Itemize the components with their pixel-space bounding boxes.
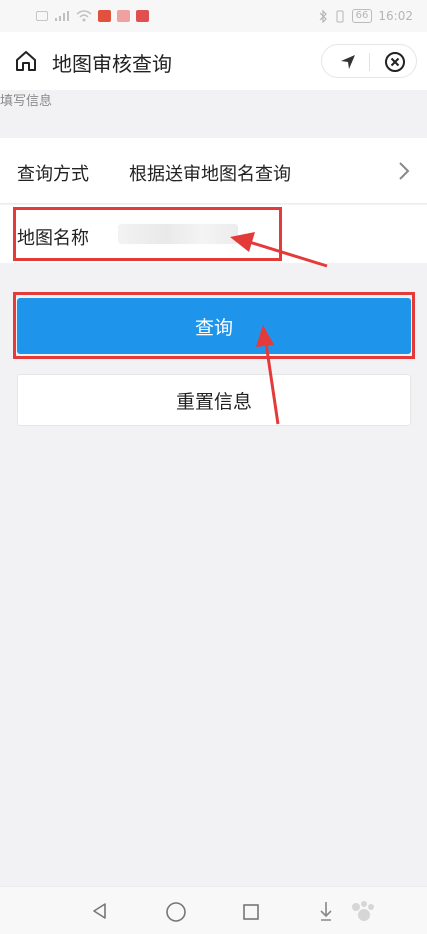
status-bar: 66 16:02 (0, 0, 427, 32)
annotation-box-map-name (13, 207, 282, 261)
down-arrow-icon[interactable] (318, 900, 334, 922)
app-notification-icon (98, 10, 111, 22)
annotation-box-query (13, 292, 415, 359)
section-caption: 填写信息 (0, 94, 53, 109)
watermark-logo (352, 901, 374, 921)
status-time: 16:02 (378, 9, 413, 23)
signal-icon (55, 11, 69, 21)
title-bar: 地图审核查询 (0, 32, 427, 90)
mini-program-capsule (321, 44, 417, 78)
app-notification-icon (136, 10, 149, 22)
battery-icon: 66 (351, 9, 373, 23)
wifi-icon (76, 10, 92, 22)
app-notification-icon (117, 10, 130, 22)
vibrate-icon (336, 10, 344, 22)
hd-icon (36, 11, 48, 21)
query-method-row[interactable]: 查询方式 根据送审地图名查询 (0, 138, 427, 204)
query-method-value: 根据送审地图名查询 (129, 164, 291, 185)
back-icon[interactable] (90, 901, 110, 921)
location-arrow-icon[interactable] (338, 52, 358, 72)
home-circle-icon[interactable] (165, 901, 187, 923)
capsule-divider (369, 53, 370, 71)
status-icons-right: 66 16:02 (318, 9, 413, 23)
home-icon[interactable] (14, 49, 38, 73)
close-circle-icon[interactable] (384, 51, 406, 73)
reset-button[interactable]: 重置信息 (17, 374, 411, 426)
status-icons-left (36, 10, 149, 22)
page-title: 地图审核查询 (52, 52, 172, 76)
chevron-right-icon (399, 162, 410, 180)
query-method-label: 查询方式 (17, 164, 89, 185)
bluetooth-icon (319, 9, 327, 23)
system-nav-bar (0, 886, 427, 934)
recent-apps-icon[interactable] (241, 902, 261, 922)
